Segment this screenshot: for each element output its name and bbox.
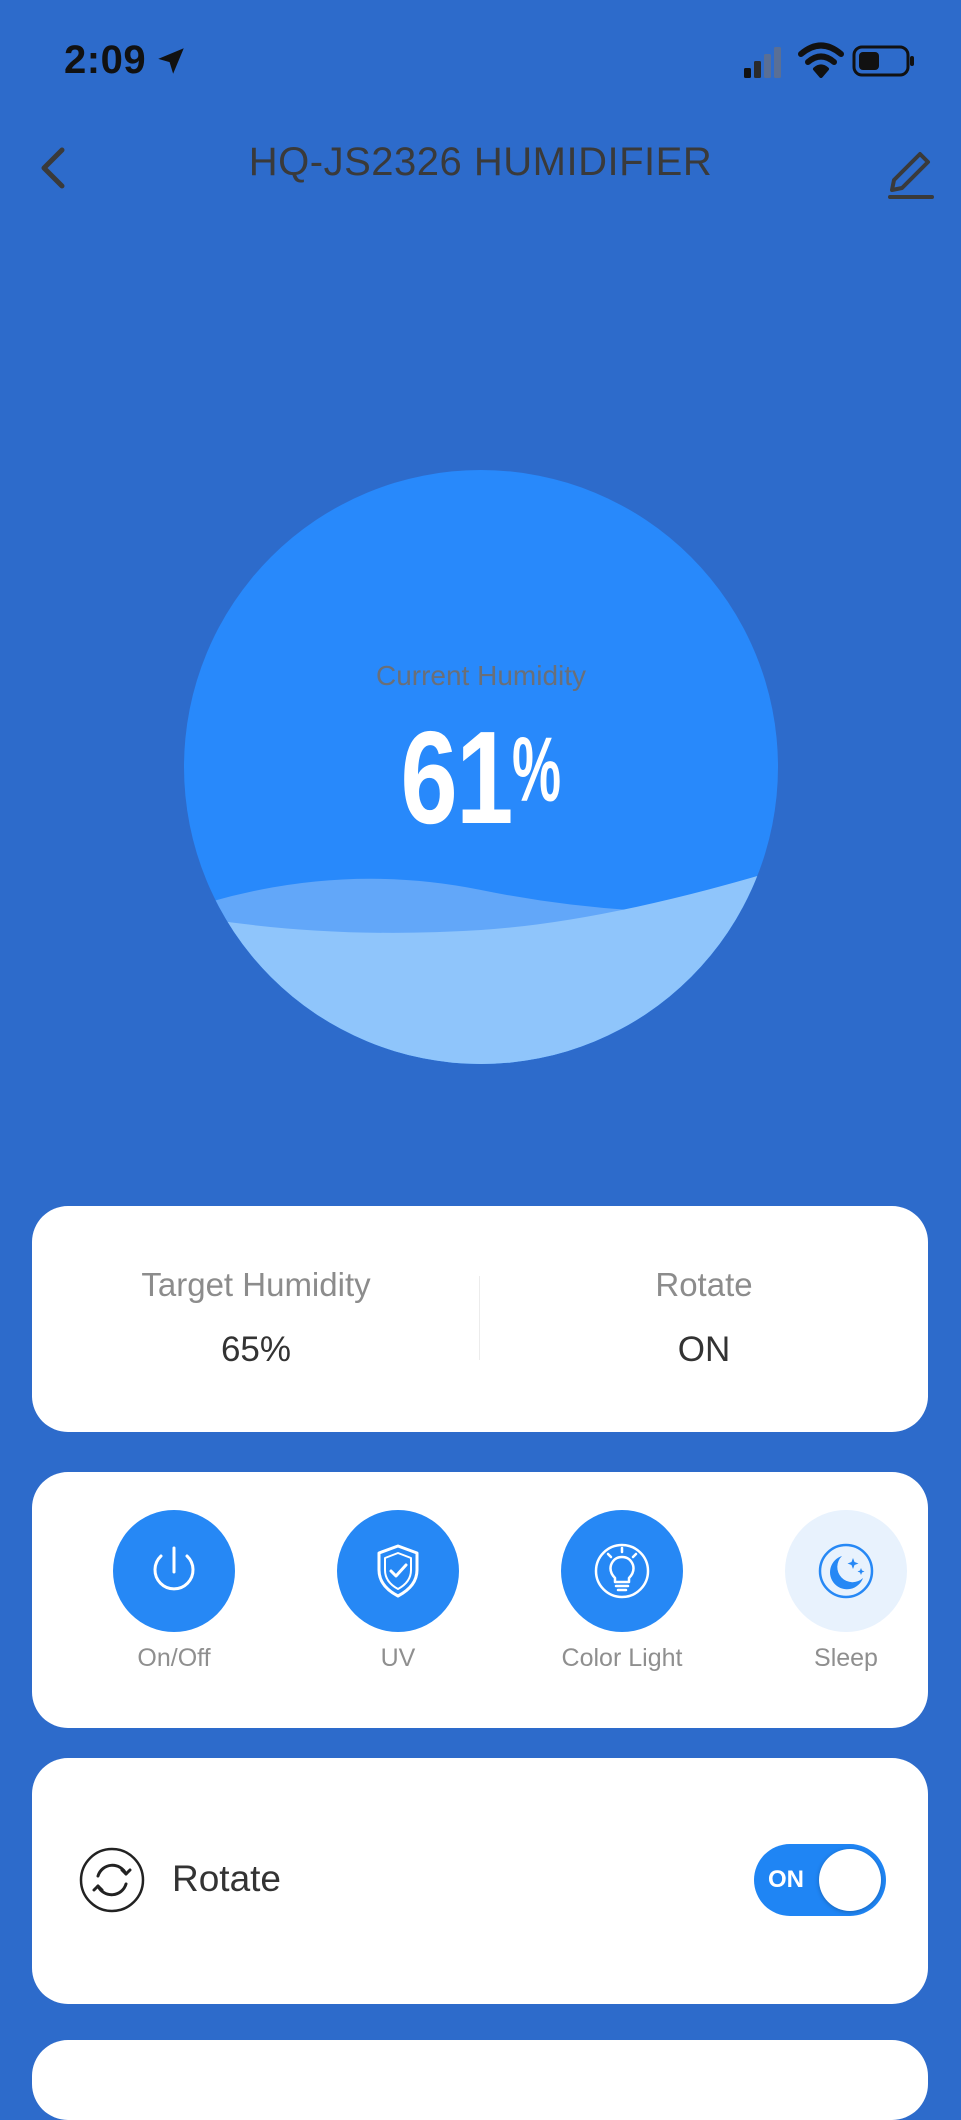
- sleep-control[interactable]: Sleep: [746, 1510, 946, 1673]
- cellular-signal-icon: [744, 47, 781, 78]
- rotate-label: Rotate: [172, 1858, 282, 1899]
- rotate-status-label: Rotate: [655, 1266, 753, 1303]
- rotate-status-block: Rotate ON: [480, 1266, 928, 1370]
- summary-card: Target Humidity 65% Rotate ON: [32, 1206, 928, 1432]
- rotate-toggle-knob: [819, 1849, 881, 1911]
- current-humidity-unit: %: [511, 719, 561, 821]
- uv-label: UV: [380, 1644, 416, 1672]
- power-button[interactable]: [113, 1510, 235, 1632]
- color-light-control[interactable]: Color Light: [522, 1510, 722, 1673]
- current-humidity-value: 61%: [184, 702, 778, 853]
- sleep-label: Sleep: [814, 1644, 878, 1672]
- edit-pencil-icon[interactable]: [880, 138, 940, 200]
- page-title: HQ-JS2326 HUMIDIFIER: [248, 140, 713, 184]
- humidity-gauge: Current Humidity 61%: [184, 470, 778, 1064]
- rotate-status-value: ON: [677, 1330, 731, 1369]
- moon-stars-icon: [818, 1543, 874, 1599]
- target-humidity-label: Target Humidity: [141, 1266, 371, 1303]
- nav-bar: HQ-JS2326 HUMIDIFIER: [0, 120, 961, 210]
- status-bar: 2:09: [0, 0, 961, 120]
- rotate-toggle[interactable]: ON: [754, 1844, 886, 1916]
- color-light-label: Color Light: [561, 1644, 683, 1672]
- shield-check-icon: [377, 1544, 419, 1598]
- wifi-icon: [798, 42, 844, 78]
- next-card-partial: [32, 2040, 928, 2120]
- rotate-toggle-text: ON: [768, 1866, 804, 1893]
- rotate-card: Rotate ON: [32, 1758, 928, 2004]
- lightbulb-icon: [594, 1543, 650, 1599]
- current-humidity-label: Current Humidity: [375, 660, 587, 691]
- target-humidity-value: 65%: [220, 1330, 292, 1369]
- target-humidity-block[interactable]: Target Humidity 65%: [32, 1266, 480, 1370]
- location-arrow-icon: [158, 48, 184, 74]
- color-light-button[interactable]: [561, 1510, 683, 1632]
- battery-icon: [852, 45, 914, 77]
- uv-button[interactable]: [337, 1510, 459, 1632]
- status-time: 2:09: [64, 38, 147, 82]
- current-humidity-number: 61: [400, 704, 513, 851]
- uv-control[interactable]: UV: [298, 1510, 498, 1673]
- power-label: On/Off: [137, 1644, 211, 1672]
- power-icon: [153, 1546, 195, 1591]
- rotate-icon: [79, 1847, 145, 1913]
- sleep-button[interactable]: [785, 1510, 907, 1632]
- power-control[interactable]: On/Off: [74, 1510, 274, 1673]
- controls-card: On/Off UV Color Light Sleep: [32, 1472, 928, 1728]
